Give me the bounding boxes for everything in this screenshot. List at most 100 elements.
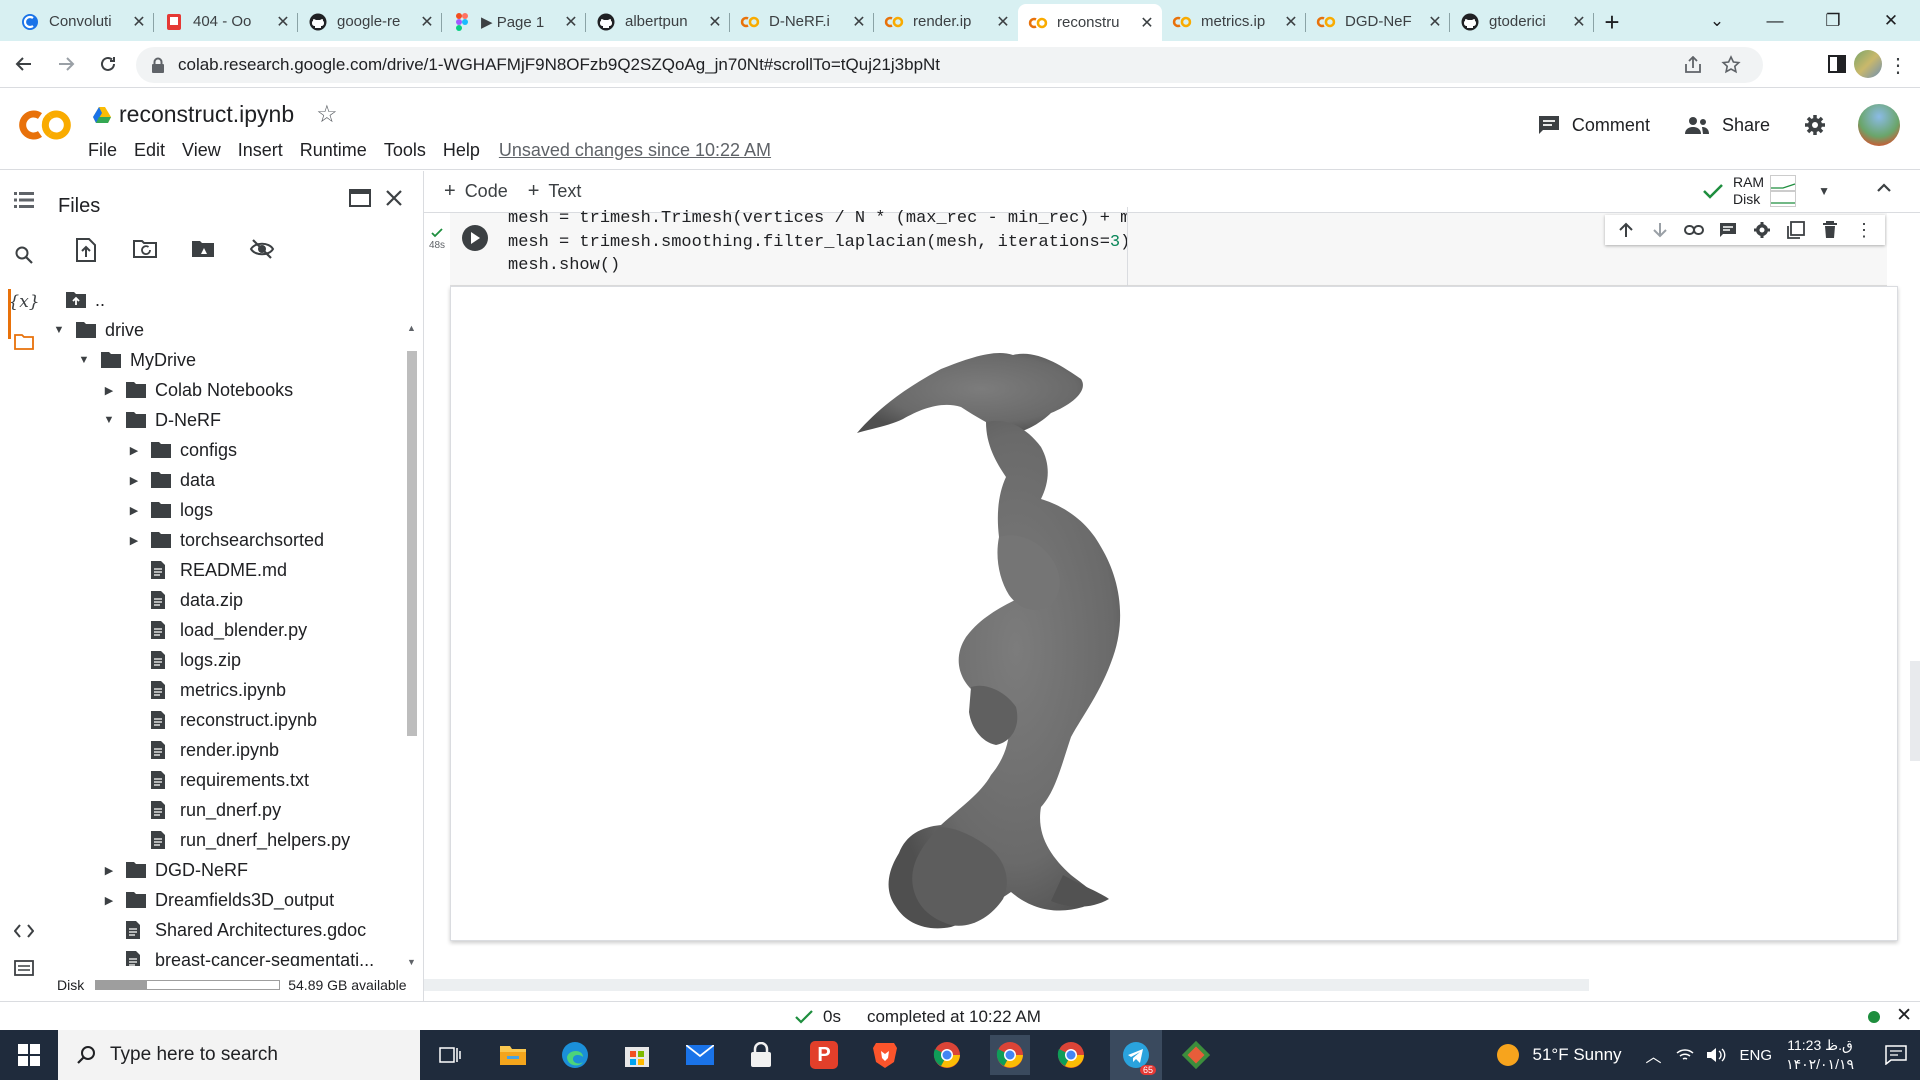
- minimize-button[interactable]: —: [1746, 0, 1804, 41]
- browser-tab[interactable]: gtoderici ✕: [1450, 4, 1594, 39]
- file-item[interactable]: load_blender.py: [126, 616, 307, 644]
- variables-icon[interactable]: {x}: [8, 291, 39, 313]
- expand-arrow-icon[interactable]: ▶: [101, 864, 117, 877]
- file-item[interactable]: render.ipynb: [126, 736, 279, 764]
- hide-files-icon[interactable]: [249, 238, 275, 262]
- menu-tools[interactable]: Tools: [384, 140, 426, 161]
- scroll-down-arrow[interactable]: ▼: [407, 957, 416, 967]
- folder-item[interactable]: ▶ Colab Notebooks: [101, 376, 293, 404]
- expand-arrow-icon[interactable]: ▶: [101, 894, 117, 907]
- add-comment-icon[interactable]: [1711, 222, 1745, 238]
- link-to-cell-icon[interactable]: [1677, 224, 1711, 236]
- move-cell-up-icon[interactable]: [1609, 222, 1643, 238]
- browser-tab[interactable]: google-re ✕: [298, 4, 442, 39]
- code-editor[interactable]: mesh = trimesh.Trimesh(vertices / N * (m…: [508, 207, 1128, 286]
- folder-item[interactable]: ▶ torchsearchsorted: [126, 526, 324, 554]
- parent-folder-item[interactable]: ..: [65, 286, 105, 314]
- file-item[interactable]: data.zip: [126, 586, 243, 614]
- folder-item[interactable]: ▼ MyDrive: [76, 346, 196, 374]
- close-panel-icon[interactable]: [385, 189, 403, 207]
- file-item[interactable]: reconstruct.ipynb: [126, 706, 317, 734]
- close-tab-icon[interactable]: ✕: [276, 12, 290, 32]
- close-tab-icon[interactable]: ✕: [420, 12, 434, 32]
- side-panel-icon[interactable]: [1828, 55, 1846, 73]
- move-cell-down-icon[interactable]: [1643, 222, 1677, 238]
- wifi-icon[interactable]: [1676, 1047, 1694, 1063]
- restore-button[interactable]: ❐: [1804, 0, 1862, 41]
- notebook-vertical-scrollbar[interactable]: [1910, 661, 1920, 761]
- chrome-icon-2[interactable]: [990, 1035, 1030, 1075]
- close-tab-icon[interactable]: ✕: [1428, 12, 1442, 32]
- menu-file[interactable]: File: [88, 140, 117, 161]
- code-snippets-icon[interactable]: [13, 920, 35, 942]
- browser-tab[interactable]: albertpun ✕: [586, 4, 730, 39]
- clock[interactable]: 11:23 ق.ظ ۱۴۰۲/۰۱/۱۹: [1786, 1036, 1854, 1074]
- telegram-icon[interactable]: 65: [1110, 1030, 1162, 1080]
- add-text-button[interactable]: + Text: [528, 180, 582, 203]
- cell-settings-icon[interactable]: [1745, 221, 1779, 239]
- mount-drive-icon[interactable]: [191, 238, 215, 262]
- file-item[interactable]: metrics.ipynb: [126, 676, 286, 704]
- file-item[interactable]: logs.zip: [126, 646, 241, 674]
- menu-edit[interactable]: Edit: [134, 140, 165, 161]
- notifications-icon[interactable]: [1872, 1030, 1920, 1080]
- close-tab-icon[interactable]: ✕: [1572, 12, 1586, 32]
- resource-monitor[interactable]: RAM Disk ▼: [1703, 174, 1830, 208]
- files-scrollbar[interactable]: ▲ ▼: [402, 321, 422, 971]
- settings-button[interactable]: [1804, 114, 1838, 136]
- chrome-icon-1[interactable]: [927, 1035, 967, 1075]
- scroll-up-arrow[interactable]: ▲: [407, 323, 416, 333]
- browser-tab[interactable]: render.ip ✕: [874, 4, 1018, 39]
- collapse-header-icon[interactable]: [1876, 181, 1892, 193]
- menu-runtime[interactable]: Runtime: [300, 140, 367, 161]
- share-page-icon[interactable]: [1683, 56, 1703, 74]
- browser-tab[interactable]: reconstru ✕: [1018, 4, 1162, 41]
- menu-view[interactable]: View: [182, 140, 221, 161]
- new-tab-button[interactable]: +: [1594, 4, 1630, 41]
- brave-browser-icon[interactable]: [865, 1035, 905, 1075]
- upload-file-icon[interactable]: [75, 238, 99, 262]
- papers-app-icon[interactable]: P: [804, 1035, 844, 1075]
- collapse-arrow-icon[interactable]: ▼: [51, 324, 67, 336]
- start-button[interactable]: [0, 1030, 58, 1080]
- mirror-cell-icon[interactable]: [1779, 221, 1813, 239]
- folder-item[interactable]: ▶ logs: [126, 496, 213, 524]
- folder-item[interactable]: ▶ DGD-NeRF: [101, 856, 248, 884]
- files-icon[interactable]: [13, 331, 35, 353]
- file-item[interactable]: requirements.txt: [126, 766, 309, 794]
- browser-tab[interactable]: DGD-NeF ✕: [1306, 4, 1450, 39]
- expand-arrow-icon[interactable]: ▶: [126, 534, 142, 547]
- file-item[interactable]: README.md: [126, 556, 287, 584]
- address-bar[interactable]: colab.research.google.com/drive/1-WGHAFM…: [136, 47, 1763, 83]
- command-palette-icon[interactable]: [13, 957, 35, 979]
- browser-tab[interactable]: ▶ Page 1 ✕: [442, 4, 586, 39]
- file-explorer-icon[interactable]: [493, 1035, 533, 1075]
- table-of-contents-icon[interactable]: [13, 189, 35, 211]
- expand-arrow-icon[interactable]: ▶: [126, 474, 142, 487]
- comment-button[interactable]: Comment: [1538, 115, 1650, 136]
- folder-item[interactable]: ▼ drive: [51, 316, 144, 344]
- back-button[interactable]: [6, 46, 42, 82]
- user-avatar[interactable]: [1858, 104, 1900, 146]
- notebook-horizontal-scrollbar[interactable]: [424, 979, 1589, 991]
- close-tab-icon[interactable]: ✕: [564, 12, 578, 32]
- colab-logo-icon[interactable]: [18, 108, 72, 142]
- expand-arrow-icon[interactable]: ▶: [126, 444, 142, 457]
- menu-help[interactable]: Help: [443, 140, 480, 161]
- code-cell[interactable]: 48s mesh = trimesh.Trimesh(vertices / N …: [429, 207, 1887, 286]
- open-in-tab-icon[interactable]: [349, 189, 371, 207]
- add-code-button[interactable]: + Code: [444, 180, 508, 203]
- task-view-icon[interactable]: [430, 1035, 470, 1075]
- volume-icon[interactable]: [1706, 1047, 1726, 1063]
- close-window-button[interactable]: ✕: [1862, 0, 1920, 41]
- runtime-dropdown-icon[interactable]: ▼: [1818, 184, 1830, 198]
- mail-icon[interactable]: [680, 1035, 720, 1075]
- bookmark-star-icon[interactable]: [1721, 55, 1741, 75]
- edge-browser-icon[interactable]: [555, 1035, 595, 1075]
- file-item[interactable]: breast-cancer-segmentati...: [101, 946, 374, 966]
- language-indicator[interactable]: ENG: [1740, 1047, 1773, 1064]
- tab-search-icon[interactable]: ⌄: [1688, 0, 1746, 41]
- collapse-arrow-icon[interactable]: ▼: [76, 354, 92, 366]
- file-item[interactable]: Shared Architectures.gdoc: [101, 916, 366, 944]
- close-tab-icon[interactable]: ✕: [132, 12, 146, 32]
